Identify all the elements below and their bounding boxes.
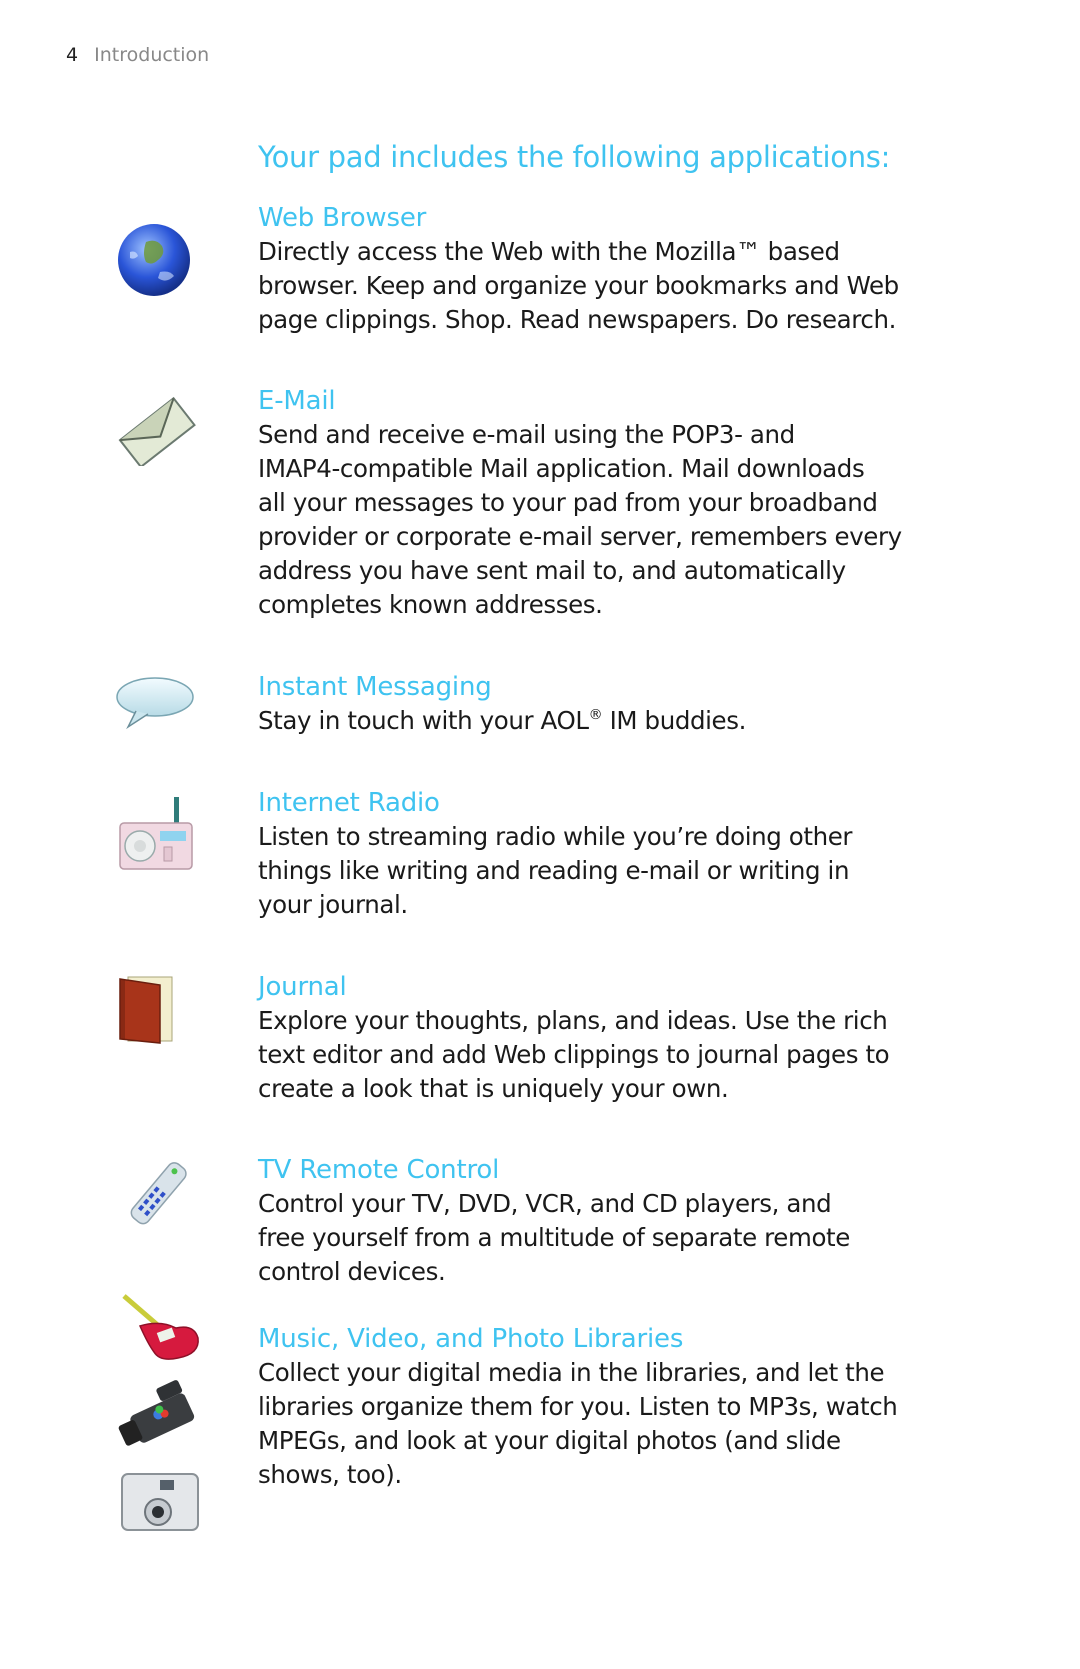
text-line: address you have sent mail to, and autom…: [258, 556, 846, 585]
app-description: Collect your digital media in the librar…: [258, 1356, 958, 1492]
speech-bubble-icon: [116, 677, 194, 730]
app-heading: TV Remote Control: [258, 1155, 500, 1185]
text-run: IM buddies.: [602, 706, 747, 735]
text-line: free yourself from a multitude of separa…: [258, 1223, 850, 1252]
journal-book-icon: [119, 976, 173, 1044]
app-email: E-Mail Send and receive e-mail using the…: [258, 384, 958, 622]
text-line: text editor and add Web clippings to jou…: [258, 1040, 890, 1069]
app-tv-remote: TV Remote Control Control your TV, DVD, …: [258, 1153, 958, 1289]
app-heading: Web Browser: [258, 203, 427, 233]
radio-icon: [119, 797, 193, 870]
text-line: provider or corporate e-mail server, rem…: [258, 522, 902, 551]
guitar-icon: [122, 1294, 199, 1360]
app-instant-messaging: Instant Messaging Stay in touch with you…: [258, 670, 958, 738]
text-line: all your messages to your pad from your …: [258, 488, 878, 517]
text-line: control devices.: [258, 1257, 446, 1286]
app-journal: Journal Explore your thoughts, plans, an…: [258, 970, 958, 1106]
app-heading: E-Mail: [258, 386, 336, 416]
app-heading: Internet Radio: [258, 788, 440, 818]
text-line: completes known addresses.: [258, 590, 603, 619]
text-line: libraries organize them for you. Listen …: [258, 1392, 898, 1421]
text-line: things like writing and reading e-mail o…: [258, 856, 850, 885]
app-description: Send and receive e-mail using the POP3- …: [258, 418, 958, 622]
app-internet-radio: Internet Radio Listen to streaming radio…: [258, 786, 958, 922]
app-heading: Journal: [258, 972, 347, 1002]
section-name: Introduction: [94, 44, 210, 66]
text-run: Stay in touch with your AOL: [258, 706, 589, 735]
app-description: Control your TV, DVD, VCR, and CD player…: [258, 1187, 958, 1289]
text-line: IMAP4-compatible Mail application. Mail …: [258, 454, 865, 483]
text-line: Collect your digital media in the librar…: [258, 1358, 885, 1387]
text-line: Directly access the Web with the Mozilla…: [258, 237, 840, 266]
envelope-icon: [118, 396, 196, 466]
text-line: browser. Keep and organize your bookmark…: [258, 271, 899, 300]
app-description: Explore your thoughts, plans, and ideas.…: [258, 1004, 958, 1106]
app-heading: Instant Messaging: [258, 672, 492, 702]
page-title: Your pad includes the following applicat…: [258, 140, 891, 174]
app-heading: Music, Video, and Photo Libraries: [258, 1324, 684, 1354]
app-description: Listen to streaming radio while you’re d…: [258, 820, 958, 922]
camcorder-icon: [118, 1380, 195, 1446]
text-line: Stay in touch with your AOL® IM buddies.: [258, 704, 958, 738]
text-line: Listen to streaming radio while you’re d…: [258, 822, 853, 851]
globe-icon: [118, 224, 190, 296]
text-line: MPEGs, and look at your digital photos (…: [258, 1426, 841, 1455]
app-media-libraries: Music, Video, and Photo Libraries Collec…: [258, 1322, 958, 1492]
app-description: Directly access the Web with the Mozilla…: [258, 235, 958, 337]
text-line: Explore your thoughts, plans, and ideas.…: [258, 1006, 888, 1035]
camera-icon: [121, 1473, 199, 1531]
page-number: 4: [66, 44, 79, 66]
remote-control-icon: [130, 1162, 187, 1225]
text-line: create a look that is uniquely your own.: [258, 1074, 729, 1103]
text-line: your journal.: [258, 890, 408, 919]
text-line: shows, too).: [258, 1460, 402, 1489]
app-description: Stay in touch with your AOL® IM buddies.: [258, 704, 958, 738]
text-line: Control your TV, DVD, VCR, and CD player…: [258, 1189, 832, 1218]
running-head: 4 Introduction: [66, 44, 209, 66]
app-web-browser: Web Browser Directly access the Web with…: [258, 201, 958, 337]
text-line: page clippings. Shop. Read newspapers. D…: [258, 305, 896, 334]
registered-mark: ®: [588, 707, 603, 723]
text-line: Send and receive e-mail using the POP3- …: [258, 420, 795, 449]
